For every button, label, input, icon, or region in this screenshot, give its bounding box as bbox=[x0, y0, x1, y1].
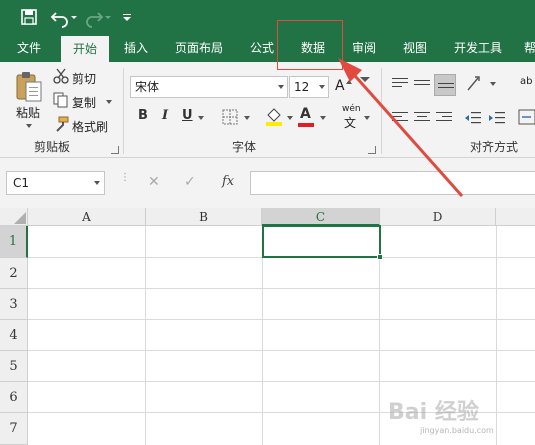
watermark-url: jingyan.baidu.com bbox=[420, 426, 494, 435]
watermark-logo: Bai 经验 bbox=[388, 400, 479, 425]
annotation-arrow bbox=[338, 58, 464, 197]
